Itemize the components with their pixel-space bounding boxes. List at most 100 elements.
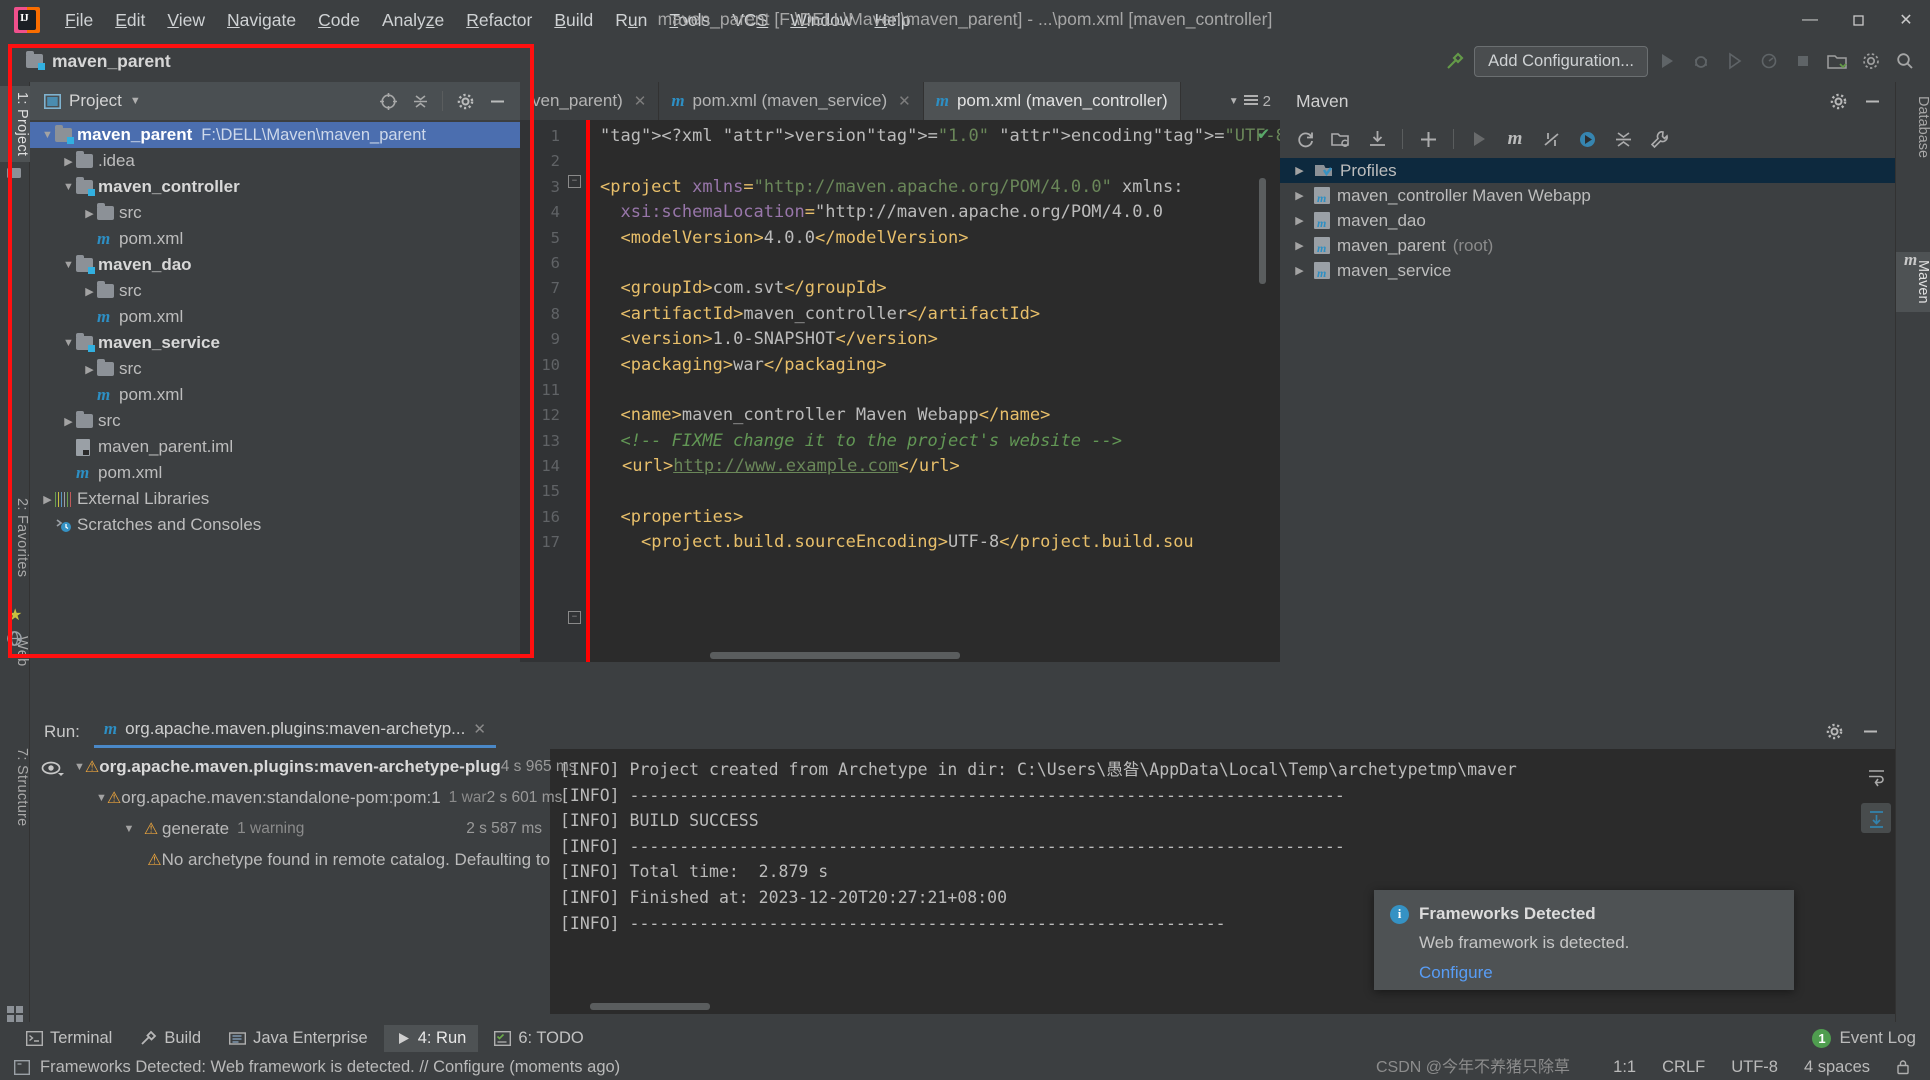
maven-tree-row[interactable]: ▶ maven_dao <box>1280 208 1895 233</box>
chevron-down-icon[interactable]: ▼ <box>118 823 140 835</box>
project-tree-row[interactable]: ▼ maven_parent F:\DELL\Maven\maven_parent <box>30 122 520 148</box>
tool-window-button-java-enterprise[interactable]: Java Enterprise <box>217 1025 380 1052</box>
event-log-area[interactable]: 1 Event Log <box>1812 1028 1930 1048</box>
notification-popup[interactable]: i Frameworks Detected Web framework is d… <box>1374 890 1794 990</box>
chevron-right-icon[interactable]: ▶ <box>40 493 55 506</box>
maximize-button[interactable] <box>1834 0 1882 40</box>
chevron-right-icon[interactable]: ▶ <box>1292 214 1307 227</box>
hide-panel-icon[interactable] <box>482 86 512 116</box>
editor-vertical-scrollbar[interactable] <box>1259 178 1266 284</box>
menu-item-refactor[interactable]: Refactor <box>455 5 543 36</box>
settings-gear-icon[interactable] <box>1856 46 1886 76</box>
sidebar-tab-structure[interactable]: 7: Structure <box>0 742 30 833</box>
soft-wrap-icon[interactable] <box>1861 761 1891 791</box>
project-tree-row[interactable]: ▶ src <box>30 408 520 434</box>
inspection-status-icon[interactable]: ✔ <box>1258 123 1269 144</box>
chevron-down-icon[interactable]: ▼ <box>1229 96 1239 107</box>
run-tree-row[interactable]: ▼ ⚠ generate 1 warning 2 s 587 ms <box>74 813 550 844</box>
execute-goal-icon[interactable] <box>1572 124 1602 154</box>
menu-item-navigate[interactable]: Navigate <box>216 5 307 36</box>
tool-window-button-4-run[interactable]: 4: Run <box>383 1024 479 1052</box>
line-separator[interactable]: CRLF <box>1662 1058 1705 1077</box>
close-icon[interactable]: ✕ <box>473 720 486 738</box>
fold-column[interactable] <box>566 120 586 662</box>
sidebar-tab-favorites[interactable]: 2: Favorites <box>0 492 30 583</box>
tool-window-button-terminal[interactable]: Terminal <box>14 1025 124 1052</box>
maven-tree-row[interactable]: ▶ maven_controller Maven Webapp <box>1280 183 1895 208</box>
editor-tab[interactable]: m pom.xml (maven_controller) <box>923 82 1181 120</box>
debug-icon[interactable] <box>1686 46 1716 76</box>
project-tree-row[interactable]: ▼ maven_service <box>30 330 520 356</box>
project-tree-row[interactable]: ▼ maven_controller <box>30 174 520 200</box>
settings-gear-icon[interactable] <box>450 86 480 116</box>
menu-item-vcs[interactable]: VCS <box>721 5 779 36</box>
editor-tab[interactable]: ven_parent) ✕ <box>520 82 660 120</box>
project-tree-row[interactable]: ▼ maven_dao <box>30 252 520 278</box>
hide-panel-icon[interactable] <box>1855 717 1885 747</box>
chevron-right-icon[interactable]: ▶ <box>1292 239 1307 252</box>
run-with-coverage-icon[interactable] <box>1720 46 1750 76</box>
chevron-down-icon[interactable]: ▼ <box>61 181 76 193</box>
lock-icon[interactable] <box>1896 1059 1910 1075</box>
search-icon[interactable] <box>1890 46 1920 76</box>
add-icon[interactable] <box>1413 124 1443 154</box>
chevron-down-icon[interactable]: ▼ <box>96 792 107 804</box>
run-icon[interactable] <box>1652 46 1682 76</box>
run-horizontal-scrollbar[interactable] <box>590 1003 710 1010</box>
event-log-label[interactable]: Event Log <box>1839 1028 1916 1048</box>
fold-region-icon[interactable]: − <box>568 175 581 188</box>
chevron-right-icon[interactable]: ▶ <box>61 155 76 168</box>
editor-tab[interactable]: m pom.xml (maven_service) ✕ <box>659 82 924 120</box>
sidebar-tab-database[interactable]: Database <box>1896 88 1930 166</box>
menu-item-analyze[interactable]: Analyze <box>371 5 455 36</box>
add-configuration-button[interactable]: Add Configuration... <box>1474 45 1648 77</box>
chevron-right-icon[interactable]: ▶ <box>1292 164 1307 177</box>
settings-gear-icon[interactable] <box>1819 717 1849 747</box>
chevron-down-icon[interactable]: ▼ <box>61 337 76 349</box>
chevron-down-icon[interactable]: ▼ <box>40 129 55 141</box>
project-tree-row[interactable]: m pom.xml <box>30 304 520 330</box>
project-tree-row[interactable]: ▶ src <box>30 356 520 382</box>
maven-tree-row[interactable]: ▶ maven_service <box>1280 258 1895 283</box>
collapse-all-icon[interactable] <box>1608 124 1638 154</box>
caret-position[interactable]: 1:1 <box>1613 1058 1636 1077</box>
chevron-down-icon[interactable]: ▼ <box>74 761 85 773</box>
scroll-to-end-icon[interactable] <box>1861 803 1891 833</box>
run-tree-row[interactable]: ▼ ⚠ org.apache.maven.plugins:maven-archety… <box>74 751 577 782</box>
run-tree-row[interactable]: ⚠ No archetype found in remote catalog. D… <box>74 844 550 875</box>
project-tree-row[interactable]: ▶ src <box>30 200 520 226</box>
chevron-down-icon[interactable]: ▼ <box>130 95 141 107</box>
menu-item-window[interactable]: Window <box>779 5 863 36</box>
scroll-from-source-icon[interactable] <box>373 86 403 116</box>
toggle-skip-tests-icon[interactable] <box>1536 124 1566 154</box>
build-hammer-icon[interactable] <box>1440 46 1470 76</box>
maven-goal-icon[interactable]: m <box>1500 124 1530 154</box>
settings-wrench-icon[interactable] <box>1644 124 1674 154</box>
configure-link[interactable]: Configure <box>1419 963 1778 983</box>
project-tree-row[interactable]: ▶ External Libraries <box>30 486 520 512</box>
project-tree-row[interactable]: m pom.xml <box>30 226 520 252</box>
update-project-icon[interactable] <box>1822 46 1852 76</box>
tab-list-icon[interactable] <box>1243 94 1259 108</box>
indent-setting[interactable]: 4 spaces <box>1804 1058 1870 1077</box>
profiler-icon[interactable] <box>1754 46 1784 76</box>
menu-item-file[interactable]: File <box>54 5 104 36</box>
project-tree[interactable]: ▼ maven_parent F:\DELL\Maven\maven_parent ▶… <box>30 120 520 538</box>
project-tree-row[interactable]: ▶ .idea <box>30 148 520 174</box>
chevron-down-icon[interactable]: ▼ <box>61 259 76 271</box>
tool-window-button-6-todo[interactable]: 6: TODO <box>482 1025 595 1052</box>
project-tree-row[interactable]: m pom.xml <box>30 382 520 408</box>
tab-overflow[interactable]: ▼ 2 <box>1220 82 1280 120</box>
sidebar-tab-project[interactable]: 1: Project <box>0 86 30 163</box>
menu-bar[interactable]: File Edit View Navigate Code Analyze Refactor B… <box>54 5 922 36</box>
menu-item-build[interactable]: Build <box>543 5 604 36</box>
run-tree-pane[interactable]: ▼ ⚠ org.apache.maven.plugins:maven-archety… <box>30 749 710 1014</box>
editor-horizontal-scrollbar[interactable] <box>710 652 960 659</box>
hide-panel-icon[interactable] <box>1857 86 1887 116</box>
chevron-right-icon[interactable]: ▶ <box>61 415 76 428</box>
menu-item-tools[interactable]: Tools <box>658 5 721 36</box>
maven-tree-row[interactable]: ▶ Profiles <box>1280 158 1895 183</box>
menu-item-edit[interactable]: Edit <box>104 5 156 36</box>
encoding[interactable]: UTF-8 <box>1731 1058 1778 1077</box>
run-tab[interactable]: m org.apache.maven.plugins:maven-archety… <box>93 715 496 748</box>
